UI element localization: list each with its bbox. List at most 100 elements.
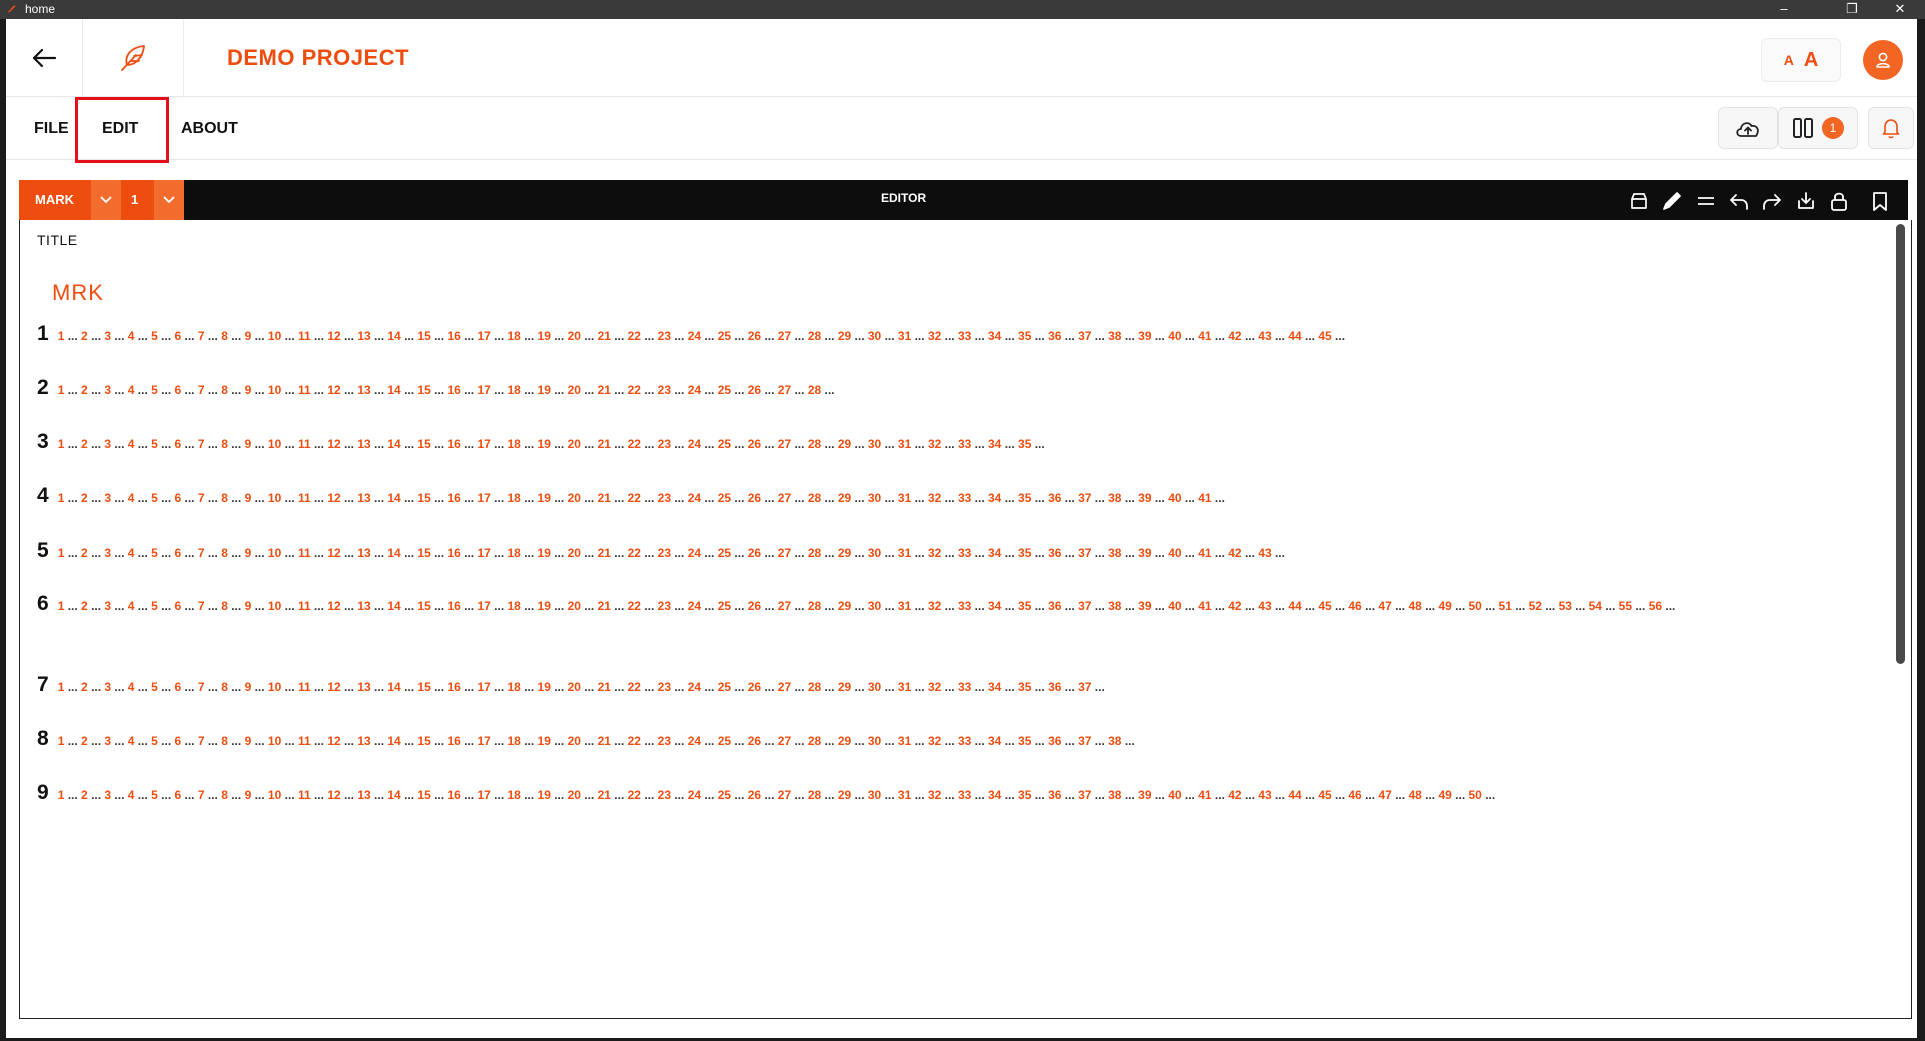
verse-mark[interactable]: 2 xyxy=(81,383,88,397)
verse-mark[interactable]: 5 xyxy=(151,383,158,397)
verse-mark[interactable]: 26 xyxy=(748,599,761,613)
verse-mark[interactable]: 27 xyxy=(778,788,791,802)
verse-mark[interactable]: 24 xyxy=(688,734,701,748)
verse-mark[interactable]: 33 xyxy=(958,599,971,613)
verse-mark[interactable]: 10 xyxy=(268,734,281,748)
verse-mark[interactable]: 25 xyxy=(718,599,731,613)
verse-mark[interactable]: 11 xyxy=(298,491,311,505)
verse-mark[interactable]: 20 xyxy=(568,329,581,343)
verse-mark[interactable]: 10 xyxy=(268,599,281,613)
notifications-button[interactable] xyxy=(1868,107,1914,149)
back-button[interactable] xyxy=(6,19,83,96)
verse-mark[interactable]: 37 xyxy=(1078,546,1091,560)
verse-mark[interactable]: 46 xyxy=(1348,788,1361,802)
panels-button[interactable]: 1 xyxy=(1778,107,1858,149)
verse-mark[interactable]: 10 xyxy=(268,437,281,451)
verse-mark[interactable]: 10 xyxy=(268,680,281,694)
verse-mark[interactable]: 23 xyxy=(658,491,671,505)
verse-mark[interactable]: 28 xyxy=(808,491,821,505)
verse-mark[interactable]: 10 xyxy=(268,788,281,802)
verse-mark[interactable]: 21 xyxy=(598,788,611,802)
verse-mark[interactable]: 40 xyxy=(1168,491,1181,505)
verse-mark[interactable]: 7 xyxy=(198,680,205,694)
verse-mark[interactable]: 8 xyxy=(221,491,228,505)
verse-mark[interactable]: 18 xyxy=(508,329,521,343)
verse-mark[interactable]: 16 xyxy=(447,788,460,802)
verse-mark[interactable]: 47 xyxy=(1378,599,1391,613)
verse-mark[interactable]: 7 xyxy=(198,437,205,451)
vertical-scrollbar[interactable] xyxy=(1896,224,1905,664)
verse-mark[interactable]: 38 xyxy=(1108,734,1121,748)
verse-mark[interactable]: 19 xyxy=(538,788,551,802)
verse-mark[interactable]: 17 xyxy=(477,599,490,613)
verse-mark[interactable]: 5 xyxy=(151,599,158,613)
mark-dropdown[interactable] xyxy=(91,180,121,220)
verse-mark[interactable]: 45 xyxy=(1318,599,1331,613)
verse-mark[interactable]: 14 xyxy=(387,546,400,560)
verse-mark[interactable]: 24 xyxy=(688,599,701,613)
verse-mark[interactable]: 26 xyxy=(748,546,761,560)
verse-mark[interactable]: 11 xyxy=(298,680,311,694)
verse-mark[interactable]: 44 xyxy=(1288,329,1301,343)
verse-mark[interactable]: 49 xyxy=(1438,788,1451,802)
menu-file[interactable]: FILE xyxy=(34,120,69,138)
verse-mark[interactable]: 45 xyxy=(1318,329,1331,343)
verse-mark[interactable]: 38 xyxy=(1108,491,1121,505)
redo-icon[interactable] xyxy=(1761,190,1783,212)
verse-mark[interactable]: 15 xyxy=(417,734,430,748)
verse-mark[interactable]: 2 xyxy=(81,546,88,560)
verse-mark[interactable]: 27 xyxy=(778,680,791,694)
verse-mark[interactable]: 14 xyxy=(387,599,400,613)
verse-mark[interactable]: 12 xyxy=(327,546,340,560)
verse-mark[interactable]: 41 xyxy=(1198,599,1211,613)
verse-mark[interactable]: 37 xyxy=(1078,680,1091,694)
verse-mark[interactable]: 35 xyxy=(1018,491,1031,505)
verse-mark[interactable]: 40 xyxy=(1168,599,1181,613)
verse-mark[interactable]: 32 xyxy=(928,734,941,748)
verse-mark[interactable]: 25 xyxy=(718,788,731,802)
verse-mark[interactable]: 30 xyxy=(868,680,881,694)
verse-mark[interactable]: 16 xyxy=(447,680,460,694)
verse-mark[interactable]: 35 xyxy=(1018,734,1031,748)
verse-mark[interactable]: 18 xyxy=(508,680,521,694)
verse-mark[interactable]: 26 xyxy=(748,383,761,397)
verse-mark[interactable]: 25 xyxy=(718,491,731,505)
verse-mark[interactable]: 41 xyxy=(1198,491,1211,505)
verse-mark[interactable]: 19 xyxy=(538,383,551,397)
verse-mark[interactable]: 13 xyxy=(357,680,370,694)
verse-mark[interactable]: 30 xyxy=(868,491,881,505)
verse-mark[interactable]: 20 xyxy=(568,734,581,748)
verse-mark[interactable]: 31 xyxy=(898,437,911,451)
lock-icon[interactable] xyxy=(1828,190,1850,212)
verse-mark[interactable]: 8 xyxy=(221,383,228,397)
verse-mark[interactable]: 17 xyxy=(477,734,490,748)
verse-mark[interactable]: 12 xyxy=(327,437,340,451)
verse-mark[interactable]: 37 xyxy=(1078,491,1091,505)
verse-mark[interactable]: 27 xyxy=(778,329,791,343)
verse-mark[interactable]: 17 xyxy=(477,329,490,343)
verse-mark[interactable]: 16 xyxy=(447,329,460,343)
verse-mark[interactable]: 36 xyxy=(1048,491,1061,505)
equals-icon[interactable] xyxy=(1695,190,1717,212)
verse-mark[interactable]: 30 xyxy=(868,788,881,802)
verse-mark[interactable]: 22 xyxy=(628,788,641,802)
verse-mark[interactable]: 15 xyxy=(417,437,430,451)
verse-mark[interactable]: 2 xyxy=(81,437,88,451)
verse-mark[interactable]: 20 xyxy=(568,491,581,505)
verse-mark[interactable]: 2 xyxy=(81,734,88,748)
verse-mark[interactable]: 5 xyxy=(151,546,158,560)
verse-mark[interactable]: 56 xyxy=(1649,599,1662,613)
verse-mark[interactable]: 36 xyxy=(1048,546,1061,560)
verse-mark[interactable]: 23 xyxy=(658,599,671,613)
verse-mark[interactable]: 15 xyxy=(417,491,430,505)
verse-mark[interactable]: 8 xyxy=(221,734,228,748)
font-size-button[interactable]: A A xyxy=(1761,38,1841,82)
verse-mark[interactable]: 35 xyxy=(1018,437,1031,451)
verse-mark[interactable]: 28 xyxy=(808,599,821,613)
verse-mark[interactable]: 8 xyxy=(221,329,228,343)
verse-mark[interactable]: 2 xyxy=(81,680,88,694)
verse-mark[interactable]: 19 xyxy=(538,546,551,560)
verse-mark[interactable]: 54 xyxy=(1589,599,1602,613)
verse-mark[interactable]: 21 xyxy=(598,546,611,560)
verse-mark[interactable]: 14 xyxy=(387,491,400,505)
